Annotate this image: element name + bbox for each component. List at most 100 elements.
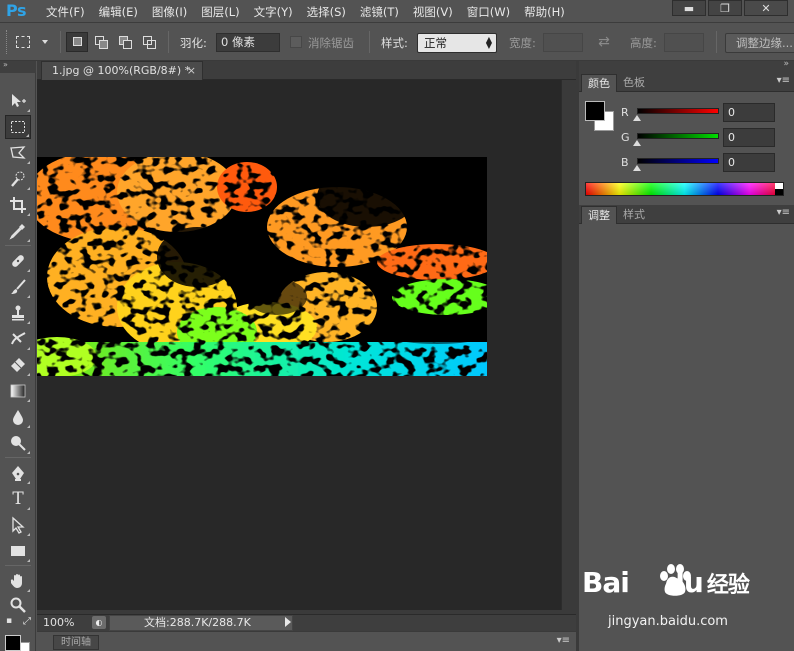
move-tool[interactable] bbox=[5, 89, 31, 113]
antialias-checkbox[interactable] bbox=[290, 36, 302, 48]
panel-menu-icon[interactable]: ▾≡ bbox=[557, 635, 570, 646]
swap-width-height-icon[interactable]: ⇄ bbox=[596, 34, 612, 50]
color-spectrum-ramp[interactable] bbox=[585, 182, 784, 196]
minimize-button[interactable]: ▬ bbox=[672, 0, 706, 16]
zoom-tool[interactable] bbox=[5, 593, 31, 617]
eyedropper-tool[interactable] bbox=[5, 219, 31, 243]
magnifier-icon bbox=[10, 597, 26, 613]
width-label: 宽度: bbox=[509, 36, 536, 50]
tool-divider bbox=[5, 245, 31, 246]
eyedropper-icon bbox=[9, 224, 25, 240]
menu-file[interactable]: 文件(F) bbox=[46, 4, 85, 20]
intersect-selection-button[interactable] bbox=[138, 32, 160, 52]
toolbox-header[interactable]: » bbox=[0, 60, 36, 73]
antialias-label: 消除锯齿 bbox=[308, 36, 354, 50]
flyout-corner bbox=[26, 134, 29, 137]
green-slider-track[interactable] bbox=[637, 133, 719, 139]
menu-window[interactable]: 窗口(W) bbox=[467, 4, 510, 20]
status-bar: 100% ◐ 文档:288.7K/288.7K bbox=[37, 614, 576, 631]
style-select[interactable]: 正常 ▲ ▼ bbox=[417, 33, 497, 53]
timeline-tab[interactable]: 时间轴 bbox=[53, 635, 99, 650]
eraser-icon bbox=[11, 358, 25, 372]
status-menu-arrow-icon[interactable] bbox=[285, 617, 291, 627]
dodge-tool[interactable] bbox=[5, 431, 31, 455]
foreground-color-swatch[interactable] bbox=[5, 635, 21, 651]
hand-tool[interactable] bbox=[5, 569, 31, 593]
menu-edit[interactable]: 编辑(E) bbox=[99, 4, 138, 20]
stamp-icon bbox=[12, 305, 24, 321]
height-input[interactable] bbox=[664, 33, 704, 52]
type-icon: T bbox=[12, 489, 24, 509]
red-value-input[interactable]: 0 bbox=[723, 103, 775, 122]
divider bbox=[168, 31, 169, 53]
blue-value-input[interactable]: 0 bbox=[723, 153, 775, 172]
feather-input[interactable]: 0 像素 bbox=[216, 33, 280, 52]
close-tab-icon[interactable]: × bbox=[187, 62, 196, 80]
type-tool[interactable]: T bbox=[5, 487, 31, 511]
panel-collapse-strip[interactable]: » bbox=[579, 59, 794, 73]
red-slider-track[interactable] bbox=[637, 108, 719, 114]
green-slider-thumb[interactable] bbox=[633, 140, 641, 146]
panel-menu-icon[interactable]: ▾≡ bbox=[777, 207, 790, 218]
polygonal-lasso-icon bbox=[10, 146, 26, 159]
green-value-input[interactable]: 0 bbox=[723, 128, 775, 147]
options-bar: 羽化: 0 像素 消除锯齿 样式: 正常 ▲ ▼ 宽度: ⇄ 高度: 调整边缘..… bbox=[0, 24, 794, 61]
refine-edge-button[interactable]: 调整边缘... bbox=[725, 33, 794, 53]
clone-stamp-tool[interactable] bbox=[5, 301, 31, 325]
foreground-color-swatch[interactable] bbox=[585, 101, 605, 121]
tool-divider bbox=[5, 565, 31, 566]
new-selection-button[interactable] bbox=[66, 32, 88, 52]
flyout-corner bbox=[27, 187, 30, 190]
pen-tool[interactable] bbox=[5, 461, 31, 485]
status-info-icon[interactable]: ◐ bbox=[92, 616, 106, 629]
zoom-level[interactable]: 100% bbox=[43, 616, 74, 629]
tool-preset-picker[interactable] bbox=[16, 32, 56, 52]
close-button[interactable]: ✕ bbox=[744, 0, 788, 16]
menu-type[interactable]: 文字(Y) bbox=[254, 4, 293, 20]
brush-tool[interactable] bbox=[5, 275, 31, 299]
restore-button[interactable]: ❐ bbox=[708, 0, 742, 16]
history-brush-tool[interactable] bbox=[5, 327, 31, 351]
subtract-selection-button[interactable] bbox=[114, 32, 136, 52]
flyout-corner bbox=[27, 109, 30, 112]
tab-color[interactable]: 颜色 bbox=[581, 74, 617, 92]
panel-menu-icon[interactable]: ▾≡ bbox=[777, 75, 790, 86]
menu-view[interactable]: 视图(V) bbox=[413, 4, 453, 20]
document-image[interactable] bbox=[17, 152, 502, 377]
crop-tool[interactable] bbox=[5, 193, 31, 217]
options-bar-grip[interactable] bbox=[6, 30, 10, 54]
blue-slider-track[interactable] bbox=[637, 158, 719, 164]
default-colors-icon[interactable]: ▪ bbox=[2, 615, 16, 627]
color-panel: » 颜色 色板 ▾≡ R 0 G 0 B 0 bbox=[579, 59, 794, 201]
black-white-swatch[interactable] bbox=[775, 183, 783, 195]
path-selection-tool[interactable] bbox=[5, 513, 31, 537]
tab-adjustments[interactable]: 调整 bbox=[581, 206, 617, 224]
flyout-corner bbox=[27, 425, 30, 428]
marquee-tool[interactable] bbox=[5, 115, 31, 139]
menu-help[interactable]: 帮助(H) bbox=[524, 4, 565, 20]
healing-brush-tool[interactable] bbox=[5, 249, 31, 273]
intersect-selection-icon-part bbox=[147, 40, 156, 49]
lasso-tool[interactable] bbox=[5, 141, 31, 165]
red-slider-thumb[interactable] bbox=[633, 115, 641, 121]
pen-icon bbox=[12, 466, 24, 481]
tab-swatches[interactable]: 色板 bbox=[617, 74, 651, 92]
menu-filter[interactable]: 滤镜(T) bbox=[360, 4, 399, 20]
menu-layer[interactable]: 图层(L) bbox=[201, 4, 239, 20]
width-input[interactable] bbox=[543, 33, 583, 52]
eraser-tool[interactable] bbox=[5, 353, 31, 377]
blue-slider-thumb[interactable] bbox=[633, 165, 641, 171]
blur-tool[interactable] bbox=[5, 405, 31, 429]
rectangle-tool[interactable] bbox=[5, 539, 31, 563]
add-selection-button[interactable] bbox=[90, 32, 112, 52]
swap-colors-icon[interactable]: ⤢ bbox=[20, 615, 34, 627]
quick-selection-tool[interactable] bbox=[5, 167, 31, 191]
document-tab[interactable]: 1.jpg @ 100%(RGB/8#) * × bbox=[41, 61, 203, 80]
vertical-scrollbar[interactable] bbox=[561, 80, 576, 610]
tab-styles[interactable]: 样式 bbox=[617, 206, 651, 224]
gradient-tool[interactable] bbox=[5, 379, 31, 403]
menu-image[interactable]: 图像(I) bbox=[152, 4, 187, 20]
flyout-corner bbox=[27, 559, 30, 562]
menu-select[interactable]: 选择(S) bbox=[307, 4, 346, 20]
rect-marquee-icon bbox=[11, 121, 25, 133]
